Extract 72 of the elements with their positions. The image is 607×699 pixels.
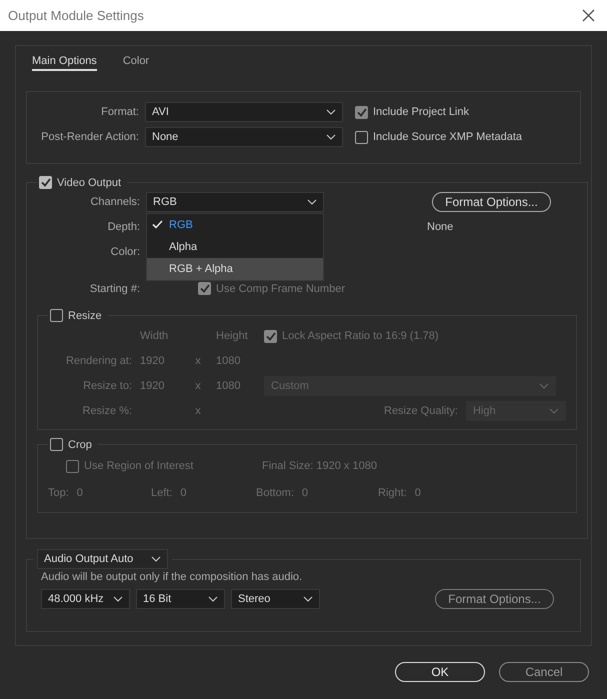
format-options-button[interactable]: Format Options... (432, 192, 551, 212)
field-label: Top: (48, 487, 69, 499)
width-value: 1920 (140, 355, 164, 367)
field-label: Bottom: (256, 487, 294, 499)
audio-note: Audio will be output only if the composition has audio. (41, 571, 304, 583)
checkbox-label: Resize (68, 310, 102, 322)
menu-item[interactable]: Alpha (147, 236, 323, 258)
field-label: Right: (378, 487, 407, 499)
checkbox-label: Include Source XMP Metadata (373, 131, 522, 143)
height-value: 1080 (216, 355, 240, 367)
times-sign: x (195, 355, 201, 367)
window-title: Output Module Settings (8, 8, 144, 23)
edge-value: 0 (302, 487, 308, 499)
channels-dropdown[interactable]: RGB (146, 192, 324, 212)
close-icon[interactable] (582, 9, 595, 22)
edge-value: 0 (180, 487, 187, 499)
column-header: Width (140, 330, 170, 342)
field-label: Post-Render Action: (40, 131, 139, 143)
final-size-text: Final Size: 1920 x 1080 (262, 460, 377, 472)
ok-button[interactable]: OK (395, 662, 485, 682)
edge-value: 0 (414, 487, 421, 499)
chevron-icon (151, 556, 161, 562)
checkbox[interactable] (198, 282, 211, 295)
checkbox[interactable] (50, 309, 63, 322)
chevron-icon (307, 198, 317, 204)
field-label: Left: (151, 487, 172, 499)
checkbox-label: Video Output (57, 176, 122, 188)
field-label: Color: (110, 246, 140, 258)
chevron-icon (539, 383, 549, 389)
field-label: Channels: (89, 196, 140, 208)
checkbox[interactable] (355, 130, 368, 144)
checkbox-label: Use Region of Interest (84, 460, 194, 472)
menu-item[interactable]: RGB (147, 214, 323, 236)
format-dropdown[interactable]: AVI (145, 102, 343, 122)
chevron-icon (326, 134, 336, 140)
width-value: 1920 (140, 380, 164, 392)
profile-value: None (427, 220, 454, 232)
edge-value: 0 (76, 487, 83, 499)
checkbox[interactable] (264, 330, 277, 342)
field-label: Resize to: (82, 380, 132, 392)
field-label: Resize %: (81, 405, 132, 417)
chevron-icon (326, 109, 336, 115)
column-header: Height (216, 330, 249, 342)
audio-dropdown[interactable]: 48.000 kHz (41, 589, 130, 609)
tab[interactable]: Color (122, 55, 150, 71)
chevron-icon (548, 408, 559, 414)
checkbox[interactable] (39, 176, 52, 189)
checkbox-label: Lock Aspect Ratio to 16:9 (1.78) (282, 330, 439, 342)
field-label: Format: (100, 106, 139, 118)
field-label: Depth: (106, 220, 140, 232)
audio-dropdown[interactable]: Stereo (231, 589, 320, 609)
audio-output-dropdown[interactable]: Audio Output Auto (37, 549, 168, 569)
checkbox[interactable] (66, 460, 79, 472)
checkbox[interactable] (50, 438, 63, 451)
menu-item[interactable]: RGB + Alpha (147, 258, 323, 280)
tab[interactable]: Main Options (32, 55, 97, 71)
post-render-dropdown[interactable]: None (145, 127, 343, 147)
checkmark-icon (152, 220, 163, 228)
cancel-button[interactable]: Cancel (499, 662, 589, 682)
height-value: 1080 (216, 380, 240, 392)
chevron-icon (113, 596, 123, 602)
field-label: Resize Quality: (384, 405, 458, 417)
chevron-icon (303, 596, 313, 602)
checkbox-label: Use Comp Frame Number (216, 282, 345, 294)
checkbox-label: Crop (68, 438, 92, 450)
times-sign: x (195, 380, 201, 392)
audio-dropdown[interactable]: 16 Bit (136, 589, 225, 609)
times-sign: x (195, 405, 201, 417)
field-label: Rendering at: (64, 355, 132, 367)
chevron-icon (208, 596, 218, 602)
checkbox-label: Include Project Link (373, 106, 469, 118)
field-label: Starting #: (88, 282, 140, 294)
